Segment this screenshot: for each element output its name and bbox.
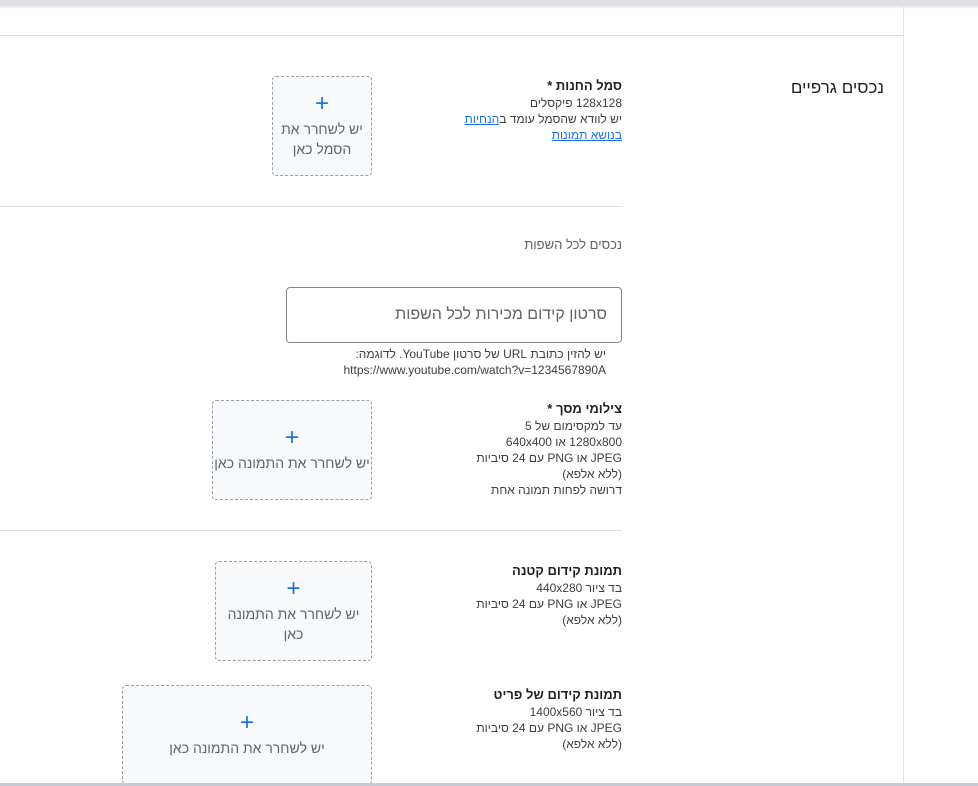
marquee-promo-size: בד ציור 1400x560 [529,705,622,719]
promo-video-hint: יש להזין כתובת URL של סרטון YouTube. לדו… [344,346,607,378]
marquee-promo-dropzone[interactable]: + יש לשחרר את התמונה כאן [122,685,372,785]
marquee-promo-format: JPEG או PNG עם 24 סיביות (ללא אלפא) [476,721,622,751]
small-promo-format: JPEG או PNG עם 24 סיביות (ללא אלפא) [476,597,622,627]
promo-video-hint-example: https://www.youtube.com/watch?v=12345678… [343,363,607,377]
screenshots-drop-text: יש לשחרר את התמונה כאן [214,455,370,471]
right-panel-divider [903,0,904,786]
divider-2 [0,530,622,531]
all-languages-heading: נכסים לכל השפות [524,237,622,252]
small-promo-info: תמונת קידום קטנה בד ציור 440x280 JPEG או… [452,562,622,628]
store-icon-description: יש לוודא שהסמל עומד בהנחיות בנושא תמונות [452,111,622,143]
screenshots-label: צילומי מסך * [547,401,622,416]
store-icon-size: 128x128 פיקסלים [529,96,622,110]
store-icon-drop-line2: הסמל כאן [292,141,352,157]
plus-icon: + [285,424,300,451]
screenshots-format: JPEG או PNG עם 24 סיביות (ללא אלפא) [476,451,622,481]
plus-icon: + [240,709,255,736]
screenshots-sizes: 1280x800 או 640x400 [505,435,622,449]
screenshots-max: עד למקסימום של 5 [524,419,622,433]
store-icon-label: סמל החנות * [547,78,622,93]
section-top-divider [0,35,903,36]
marquee-promo-label: תמונת קידום של פריט [493,687,622,702]
screenshots-dropzone[interactable]: + יש לשחרר את התמונה כאן [212,400,372,500]
image-guidelines-link[interactable]: בנושא תמונות [552,128,622,142]
store-icon-info: סמל החנות * 128x128 פיקסלים יש לוודא שהס… [452,77,622,143]
marquee-promo-drop-text: יש לשחרר את התמונה כאן [169,740,325,756]
small-promo-label: תמונת קידום קטנה [512,563,622,578]
small-promo-drop-text: יש לשחרר את התמונה כאן [227,606,360,642]
screenshots-info: צילומי מסך * עד למקסימום של 5 1280x800 א… [452,400,622,498]
top-bar-shadow [0,6,978,8]
section-title: נכסים גרפיים [790,78,884,97]
store-icon-desc-prefix: יש לוודא שהסמל עומד ב [499,112,622,126]
store-icon-drop-text: יש לשחרר את הסמל כאן [281,119,363,159]
store-icon-drop-line1: יש לשחרר את [281,121,363,137]
store-icon-dropzone[interactable]: + יש לשחרר את הסמל כאן [272,76,372,176]
divider-1 [0,206,622,207]
screenshots-required: דרושה לפחות תמונה אחת [491,483,622,497]
guidelines-link[interactable]: הנחיות [465,112,500,126]
plus-icon: + [286,575,301,602]
small-promo-dropzone[interactable]: + יש לשחרר את התמונה כאן [215,561,372,661]
plus-icon: + [315,90,330,117]
promo-video-hint-line1: יש להזין כתובת URL של סרטון YouTube. לדו… [355,347,606,361]
promo-video-input[interactable]: סרטון קידום מכירות לכל השפות [286,287,622,343]
small-promo-size: בד ציור 440x280 [536,581,622,595]
marquee-promo-info: תמונת קידום של פריט בד ציור 1400x560 JPE… [452,686,622,752]
